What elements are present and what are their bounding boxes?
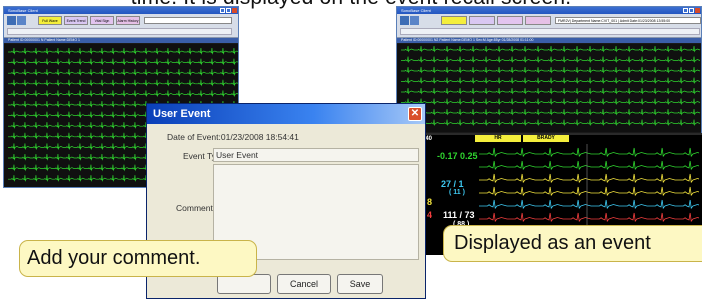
dialog-titlebar: User Event ✕	[147, 104, 425, 124]
ecg-trace	[401, 56, 701, 64]
left-number-a: 8	[427, 197, 433, 207]
filter-row[interactable]	[400, 28, 700, 35]
full-wave-tab[interactable]: Full Wave	[38, 16, 62, 25]
alarm-history-tab[interactable]	[525, 16, 551, 25]
hr-tab[interactable]: HR	[475, 135, 521, 142]
left-window-status: Patient ID:00000001 N Patient Name:DEMO …	[4, 38, 238, 43]
recall-trace	[479, 212, 699, 223]
ecg-trace	[401, 45, 701, 53]
right-window-toolbar: FMR2V| Department Name:CVIT_001 | Admit …	[397, 14, 701, 38]
app-logo-icon	[7, 16, 16, 25]
maximize-icon[interactable]	[689, 8, 694, 13]
app-logo-icon	[400, 16, 409, 25]
right-ecg-display	[397, 44, 701, 132]
left-window-titlebar: SonoBase Client	[4, 7, 238, 14]
alarm-history-tab[interactable]: Alarm History	[116, 16, 140, 25]
ecg-trace	[401, 66, 701, 74]
left-number-b: 4	[427, 210, 433, 220]
recall-trace	[479, 160, 699, 171]
patient-select[interactable]: FMR2V| Department Name:CVIT_001 | Admit …	[555, 17, 701, 24]
filter-row[interactable]	[7, 28, 232, 35]
right-window-titlebar: SonoBase Client	[397, 7, 701, 14]
dialog-title: User Event	[153, 108, 211, 120]
right-window-status: Patient ID:00000001 N2 Patient Name:DEMO…	[397, 38, 701, 43]
comment-label: Comment:	[176, 203, 216, 213]
patient-select[interactable]	[144, 17, 232, 24]
ecg-waveform-grid	[401, 45, 701, 127]
ecg-trace	[401, 98, 701, 106]
minimize-icon[interactable]	[220, 8, 225, 13]
left-window-toolbar: Full Wave Event Trend Vital Sign Trend A…	[4, 14, 238, 38]
ecg-trace	[8, 90, 240, 98]
right-screenshot-window: SonoBase Client FMR2V| Department Name:C…	[396, 6, 702, 255]
vital-trend-tab[interactable]	[497, 16, 523, 25]
ecg-trace	[401, 108, 701, 116]
maximize-icon[interactable]	[226, 8, 231, 13]
full-wave-tab[interactable]	[441, 16, 467, 25]
ok-button[interactable]	[217, 274, 271, 294]
save-button[interactable]: Save	[337, 274, 383, 294]
vital-trend-tab[interactable]: Vital Sign Trend	[90, 16, 114, 32]
recall-trace	[479, 186, 699, 197]
close-icon[interactable]	[232, 8, 237, 13]
help-icon[interactable]	[17, 16, 26, 25]
ecg-trace	[8, 79, 240, 87]
recall-trace	[479, 199, 699, 210]
nibp-value: 111 / 73	[443, 210, 475, 220]
ecg-trace	[401, 119, 701, 127]
st-values: -0.17 0.25	[437, 151, 478, 161]
left-window-title: SonoBase Client	[8, 8, 38, 13]
minimize-icon[interactable]	[683, 8, 688, 13]
callout-add-comment: Add your comment.	[19, 240, 257, 277]
recall-trace	[479, 147, 699, 158]
date-of-event-label: Date of Event:01/23/2008 18:54:41	[167, 132, 299, 142]
event-type-field[interactable]: User Event	[213, 148, 419, 162]
ecg-trace	[401, 77, 701, 85]
recall-trace	[479, 173, 699, 184]
resp-value: 27 / 1	[441, 179, 464, 189]
resp-sub-value: ( 11 )	[449, 189, 465, 196]
event-trend-tab[interactable]	[469, 16, 495, 25]
ecg-trace	[8, 58, 240, 66]
ecg-trace	[401, 87, 701, 95]
event-trend-tab[interactable]: Event Trend	[64, 16, 88, 25]
brady-tab[interactable]: BRADY	[523, 135, 569, 142]
cancel-button[interactable]: Cancel	[277, 274, 331, 294]
close-icon[interactable]	[695, 8, 700, 13]
close-icon[interactable]: ✕	[408, 107, 422, 121]
ecg-trace	[8, 69, 240, 76]
callout-displayed-event: Displayed as an event	[443, 225, 702, 262]
ecg-trace	[8, 47, 240, 55]
right-window-title: SonoBase Client	[401, 8, 431, 13]
help-icon[interactable]	[410, 16, 419, 25]
